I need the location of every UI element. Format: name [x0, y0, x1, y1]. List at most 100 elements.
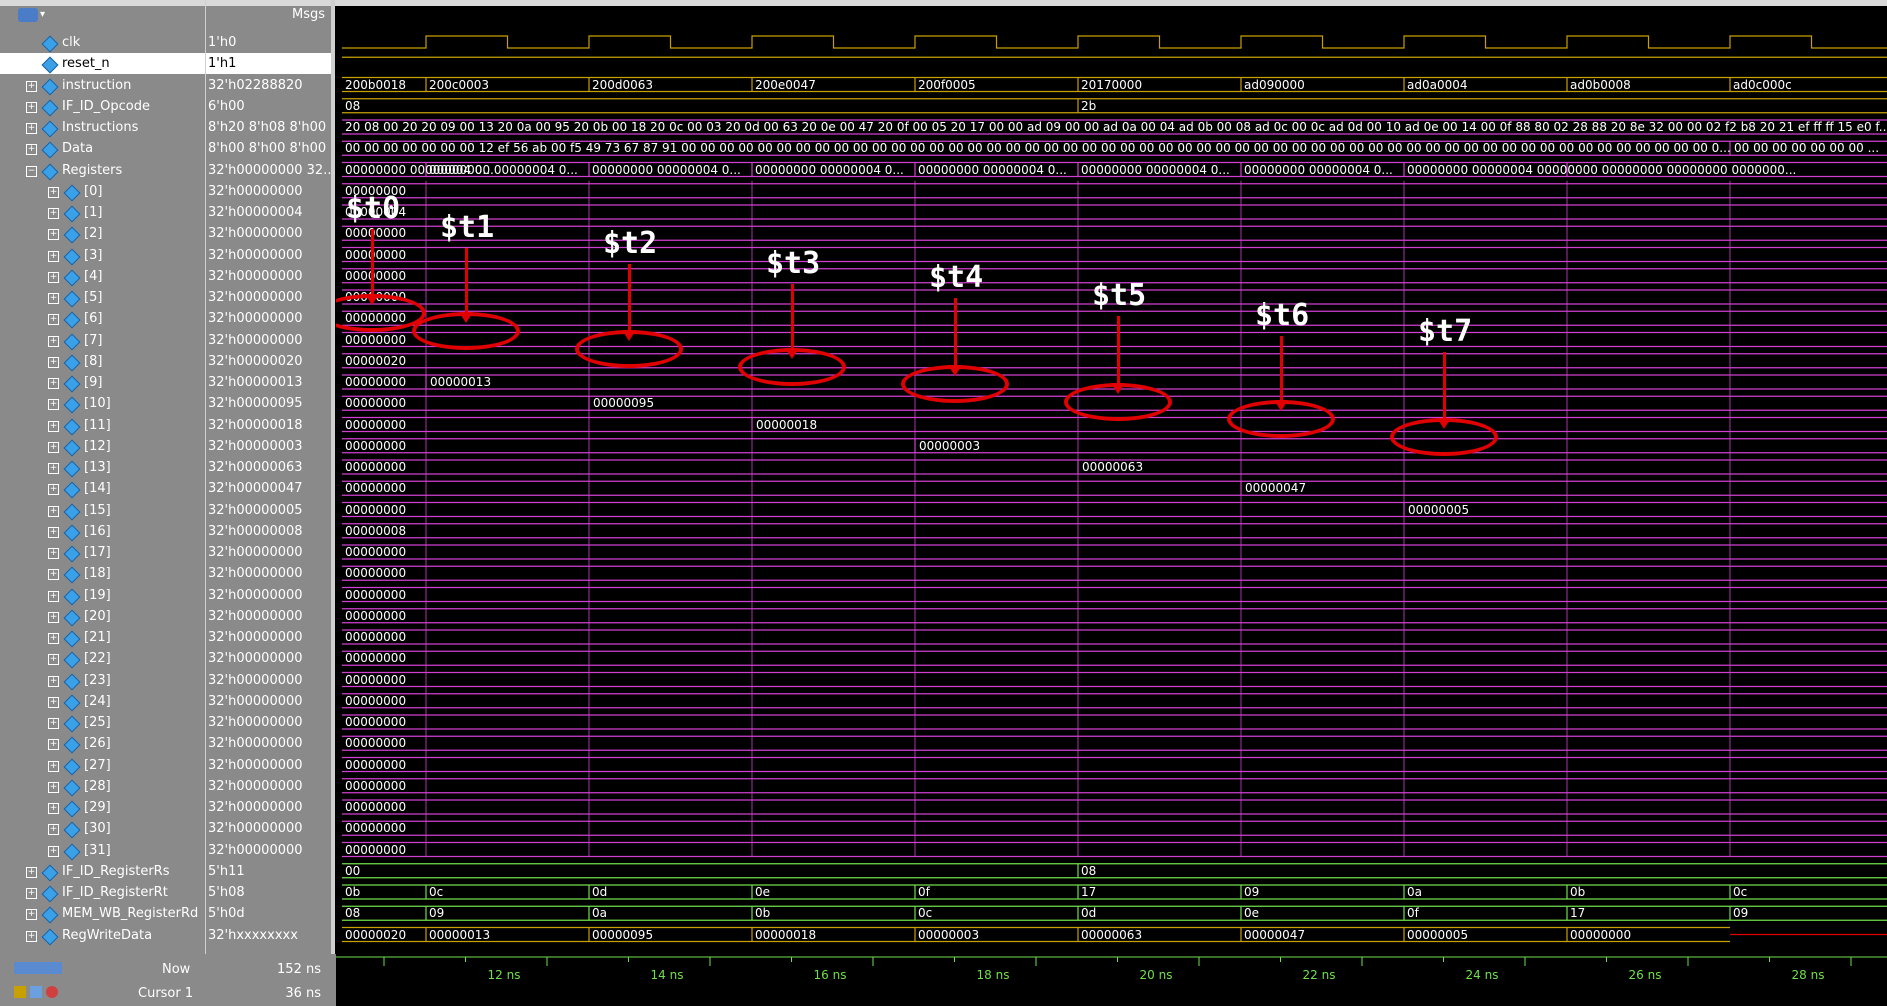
signal-row-1[interactable]: + [1]: [0, 202, 205, 223]
expand-icon[interactable]: +: [48, 208, 59, 219]
signal-row-24[interactable]: + [24]: [0, 691, 205, 712]
cursor-label[interactable]: Cursor 1: [138, 986, 193, 1001]
remove-cursor-icon[interactable]: [46, 986, 58, 998]
expand-icon[interactable]: +: [48, 186, 59, 198]
signal-row-reset_n[interactable]: reset_n: [0, 53, 205, 75]
expand-icon[interactable]: +: [26, 866, 37, 878]
wave-tool-icon[interactable]: [18, 8, 38, 22]
signal-row-11[interactable]: + [11]: [0, 415, 205, 436]
signal-row-29[interactable]: + [29]: [0, 797, 205, 818]
expand-icon[interactable]: +: [48, 781, 59, 793]
signal-row-8[interactable]: + [8]: [0, 351, 205, 372]
expand-icon[interactable]: +: [48, 271, 59, 283]
toolbar-icons[interactable]: [14, 962, 62, 974]
signal-diamond-icon: [63, 758, 81, 775]
signal-row-5[interactable]: + [5]: [0, 287, 205, 308]
signal-row-28[interactable]: + [28]: [0, 776, 205, 797]
signal-row-23[interactable]: + [23]: [0, 670, 205, 691]
signal-row-20[interactable]: + [20]: [0, 606, 205, 627]
expand-icon[interactable]: +: [48, 739, 59, 751]
expand-icon[interactable]: +: [48, 845, 59, 857]
expand-icon[interactable]: +: [48, 824, 59, 836]
expand-icon[interactable]: +: [48, 654, 59, 666]
signal-row-22[interactable]: + [22]: [0, 648, 205, 669]
signal-row-25[interactable]: + [25]: [0, 712, 205, 733]
signal-row-13[interactable]: + [13]: [0, 457, 205, 478]
signal-row-30[interactable]: + [30]: [0, 818, 205, 839]
signal-row-if_id_registerrs[interactable]: + IF_ID_RegisterRs: [0, 861, 205, 882]
expand-icon[interactable]: +: [48, 590, 59, 602]
signal-row-10[interactable]: + [10]: [0, 393, 205, 414]
signal-row-9[interactable]: + [9]: [0, 372, 205, 393]
signal-row-if_id_opcode[interactable]: + IF_ID_Opcode: [0, 96, 205, 117]
expand-icon[interactable]: +: [48, 314, 59, 326]
signal-row-18[interactable]: + [18]: [0, 563, 205, 584]
expand-icon[interactable]: +: [26, 123, 37, 134]
signal-diamond-icon: [63, 843, 81, 860]
bus-value-label: 0f: [1407, 906, 1419, 921]
expand-icon[interactable]: +: [48, 420, 59, 432]
expand-icon[interactable]: +: [48, 293, 59, 304]
expand-icon[interactable]: +: [26, 888, 37, 899]
expand-icon[interactable]: +: [48, 335, 59, 347]
expand-icon[interactable]: +: [48, 399, 59, 411]
signal-row-19[interactable]: + [19]: [0, 585, 205, 606]
expand-icon[interactable]: +: [48, 548, 59, 559]
signal-name: [26]: [84, 736, 111, 752]
signal-row-21[interactable]: + [21]: [0, 627, 205, 648]
signal-row-if_id_registerrt[interactable]: + IF_ID_RegisterRt: [0, 882, 205, 903]
expand-icon[interactable]: +: [48, 463, 59, 474]
signal-row-instructions[interactable]: + Instructions: [0, 117, 205, 138]
expand-icon[interactable]: +: [26, 144, 37, 156]
expand-icon[interactable]: +: [26, 909, 37, 921]
signal-row-registers[interactable]: − Registers: [0, 160, 205, 181]
signal-row-0[interactable]: + [0]: [0, 181, 205, 202]
dropdown-arrow-icon[interactable]: ▾: [40, 9, 45, 20]
expand-icon[interactable]: +: [26, 80, 37, 92]
expand-icon[interactable]: +: [26, 930, 37, 942]
expand-icon[interactable]: +: [48, 633, 59, 644]
signal-row-15[interactable]: + [15]: [0, 500, 205, 521]
expand-icon[interactable]: +: [26, 101, 37, 113]
expand-icon[interactable]: +: [48, 760, 59, 772]
signal-row-26[interactable]: + [26]: [0, 733, 205, 754]
signal-row-31[interactable]: + [31]: [0, 840, 205, 861]
expand-icon[interactable]: +: [48, 356, 59, 368]
expand-icon[interactable]: +: [48, 229, 59, 241]
signal-row-12[interactable]: + [12]: [0, 436, 205, 457]
signal-row-6[interactable]: + [6]: [0, 308, 205, 329]
expand-icon[interactable]: +: [48, 803, 59, 814]
signal-row-3[interactable]: + [3]: [0, 245, 205, 266]
signal-row-clk[interactable]: clk: [0, 32, 205, 53]
pane-divider[interactable]: [331, 0, 335, 1006]
expand-icon[interactable]: +: [48, 611, 59, 623]
expand-icon[interactable]: +: [48, 505, 59, 517]
expand-icon[interactable]: +: [48, 441, 59, 453]
expand-icon[interactable]: +: [48, 484, 59, 496]
registers-value: 00000000 00000004 0...: [592, 162, 741, 177]
signal-row-instruction[interactable]: + instruction: [0, 75, 205, 96]
signal-row-4[interactable]: + [4]: [0, 266, 205, 287]
collapse-icon[interactable]: −: [26, 165, 37, 177]
lock-icon[interactable]: [14, 986, 26, 998]
expand-icon[interactable]: +: [48, 250, 59, 262]
signal-row-27[interactable]: + [27]: [0, 755, 205, 776]
signal-row-14[interactable]: + [14]: [0, 478, 205, 499]
expand-icon[interactable]: +: [48, 696, 59, 708]
signal-row-mem_wb_registerrd[interactable]: + MEM_WB_RegisterRd: [0, 903, 205, 924]
signal-row-regwritedata[interactable]: + RegWriteData: [0, 925, 205, 946]
signal-row-16[interactable]: + [16]: [0, 521, 205, 542]
signal-row-17[interactable]: + [17]: [0, 542, 205, 563]
expand-icon[interactable]: +: [48, 569, 59, 581]
signal-row-2[interactable]: + [2]: [0, 223, 205, 244]
signal-row-data[interactable]: + Data: [0, 138, 205, 159]
expand-icon[interactable]: +: [48, 378, 59, 389]
expand-icon[interactable]: +: [48, 718, 59, 729]
expand-icon[interactable]: +: [48, 526, 59, 538]
signal-row-7[interactable]: + [7]: [0, 330, 205, 351]
expand-icon[interactable]: +: [48, 675, 59, 687]
waveform-area[interactable]: 200b0018 200c0003 200d0063 200e0047 200f0005…: [336, 24, 1887, 952]
bus-value-label: 0f: [918, 885, 930, 899]
cursor-edit-icon[interactable]: [30, 986, 42, 998]
registers-value: 00000000 00000004 0...: [429, 162, 578, 177]
